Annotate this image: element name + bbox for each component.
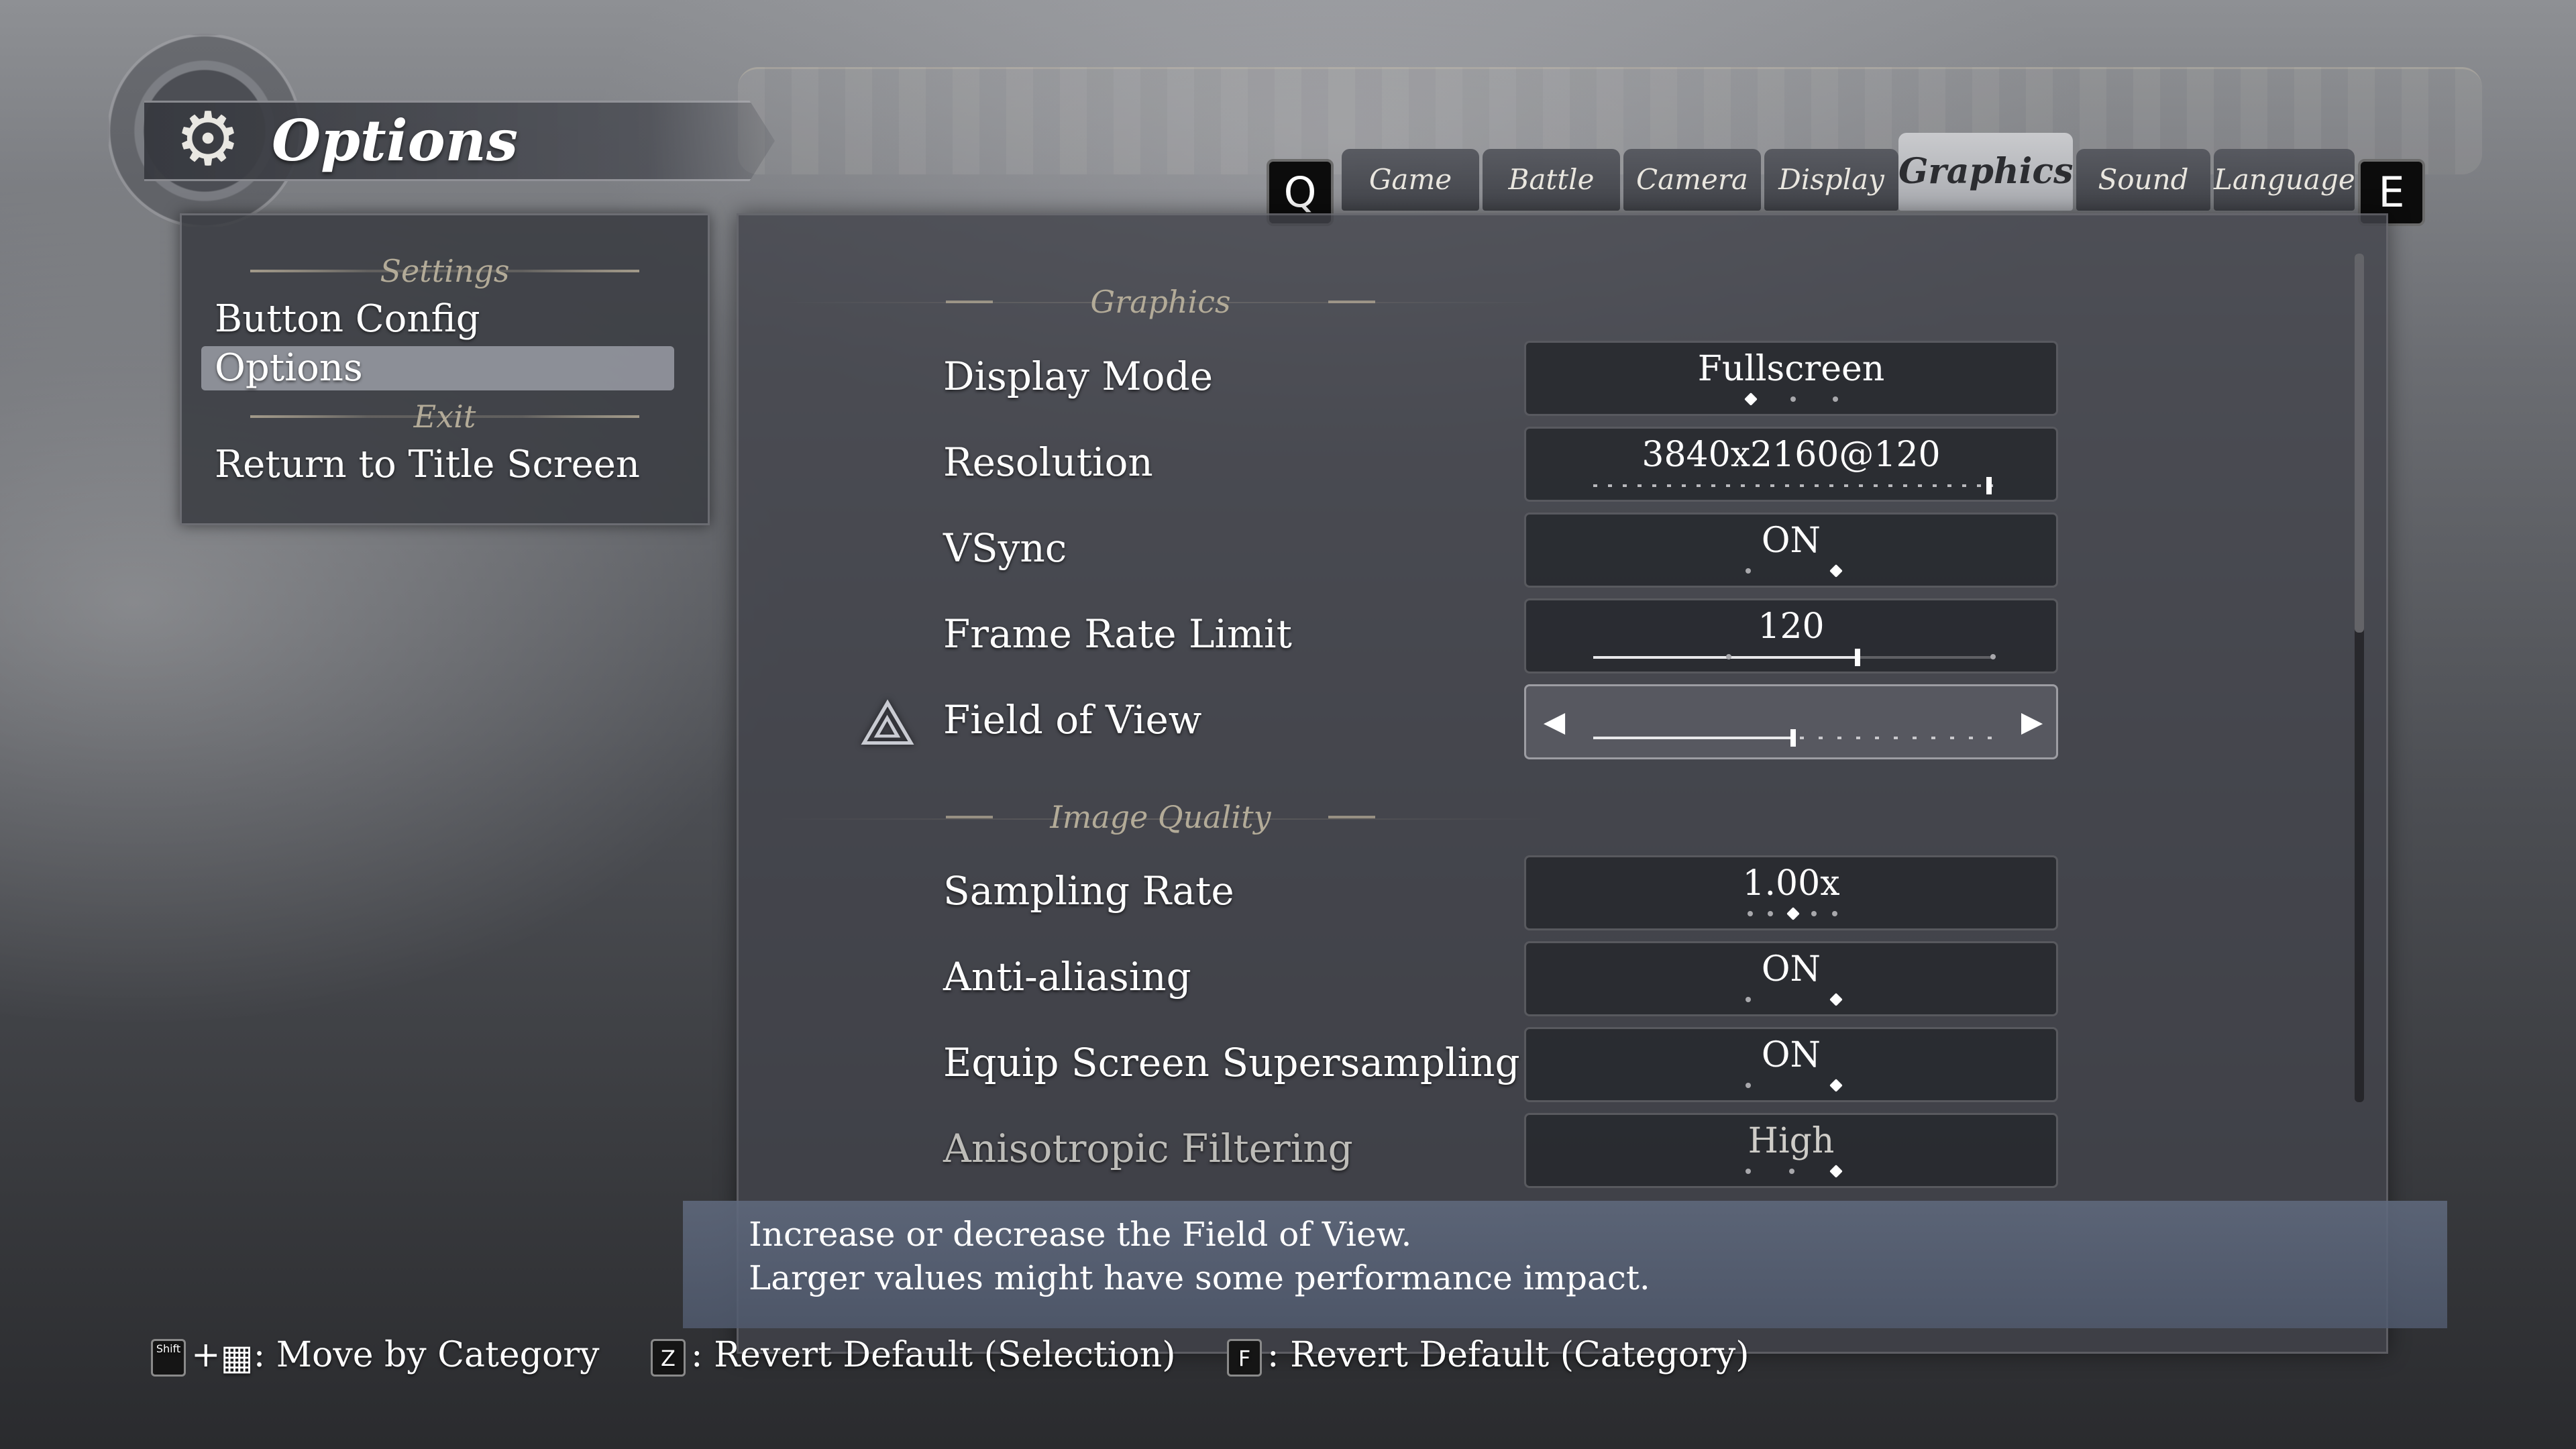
option-label-sampling-rate: Sampling Rate (943, 868, 1234, 914)
dot-selected (1829, 993, 1843, 1006)
slider-knob (1790, 729, 1796, 747)
option-anisotropic-filtering[interactable]: High (1524, 1113, 2058, 1188)
page-title: Options (272, 107, 519, 174)
tab-display[interactable]: Display (1764, 149, 1898, 211)
dot (1746, 568, 1751, 574)
option-label-display-mode: Display Mode (943, 354, 1214, 399)
sidebar-category-settings: Settings (180, 250, 710, 292)
dot (1832, 911, 1837, 916)
footer-hints: Shift +▦: Move by Category Z: Revert Defa… (151, 1328, 1790, 1382)
dot (1790, 396, 1796, 402)
hint-label: : Revert Default (Selection) (691, 1335, 1176, 1375)
option-anti-aliasing[interactable]: ON (1524, 941, 2058, 1016)
sidebar-item-return-to-title[interactable]: Return to Title Screen (201, 443, 674, 487)
option-value: Fullscreen (1697, 349, 1885, 389)
hint-label: : Revert Default (Category) (1267, 1335, 1750, 1375)
slider-fill (1593, 656, 1856, 659)
sidebar-item-button-config[interactable]: Button Config (201, 297, 674, 341)
z-key-icon: Z (651, 1338, 686, 1377)
dot-selected (1786, 907, 1800, 920)
section-header-image-quality: Image Quality (932, 794, 1389, 841)
option-display-mode[interactable]: Fullscreen (1524, 341, 2058, 416)
tab-language[interactable]: Language (2214, 149, 2355, 211)
dot (1746, 1169, 1751, 1174)
tab-game[interactable]: Game (1342, 149, 1479, 211)
option-label-anti-aliasing: Anti-aliasing (943, 954, 1191, 1000)
option-label-field-of-view: Field of View (943, 697, 1202, 743)
dot-selected (1744, 392, 1758, 406)
option-value: 120 (1758, 606, 1825, 647)
option-resolution[interactable]: 3840x2160@120 (1524, 427, 2058, 502)
gear-icon: ⚙ (174, 96, 241, 182)
arrow-keys-icon: ▦ (220, 1337, 254, 1378)
option-frame-rate-limit[interactable]: 120 (1524, 598, 2058, 674)
hint-revert-category: F: Revert Default (Category) (1227, 1328, 1750, 1382)
option-label-anisotropic-filtering: Anisotropic Filtering (943, 1126, 1353, 1171)
option-value: 3840x2160@120 (1642, 435, 1941, 475)
tab-camera[interactable]: Camera (1623, 149, 1761, 211)
option-value: 1.00x (1742, 863, 1840, 904)
dot (1746, 1083, 1751, 1088)
scrollbar-thumb[interactable] (2355, 254, 2364, 633)
section-header-graphics: Graphics (932, 278, 1389, 325)
f-key-icon: F (1227, 1338, 1263, 1377)
option-dots (1526, 907, 2056, 920)
sidebar-category-exit: Exit (180, 396, 710, 437)
tab-graphics[interactable]: Graphics (1898, 133, 2073, 211)
option-vsync[interactable]: ON (1524, 513, 2058, 588)
option-slider (1526, 729, 2056, 747)
dot-selected (1829, 1079, 1843, 1092)
option-dots (1526, 1165, 2056, 1178)
hint-revert-selection: Z: Revert Default (Selection) (651, 1328, 1176, 1382)
option-value: High (1748, 1121, 1835, 1161)
option-sampling-rate[interactable]: 1.00x (1524, 855, 2058, 930)
slider-tick (1726, 654, 1731, 659)
triquetra-cursor-icon: ⟁ (859, 685, 916, 760)
dot (1811, 911, 1817, 916)
slider-track (1593, 484, 1993, 487)
option-label-frame-rate-limit: Frame Rate Limit (943, 611, 1292, 657)
slider-knob (1986, 477, 1992, 494)
tab-battle[interactable]: Battle (1483, 149, 1620, 211)
option-dots (1526, 564, 2056, 578)
description-line-1: Increase or decrease the Field of View. (749, 1215, 1412, 1254)
tab-sound[interactable]: Sound (2076, 149, 2210, 211)
slider-fill (1593, 737, 1792, 739)
dot (1768, 911, 1773, 916)
option-label-equip-screen-supersampling: Equip Screen Supersampling (943, 1040, 1520, 1085)
slider-knob (1855, 649, 1860, 666)
option-label-vsync: VSync (943, 525, 1067, 571)
option-slider (1526, 477, 2056, 494)
dot (1748, 911, 1753, 916)
option-label-resolution: Resolution (943, 439, 1153, 485)
sidebar-category-label: Exit (413, 398, 476, 435)
option-dots (1526, 1079, 2056, 1092)
dot-selected (1829, 1165, 1843, 1178)
option-value: ON (1761, 949, 1821, 989)
option-value: ON (1761, 1035, 1821, 1075)
option-field-of-view[interactable]: ◀ ▶ (1524, 684, 2058, 759)
dot (1833, 396, 1838, 402)
option-dots (1526, 993, 2056, 1006)
hint-move-by-category: Shift +▦: Move by Category (151, 1328, 599, 1385)
description-line-2: Larger values might have some performanc… (749, 1258, 1650, 1297)
option-slider (1526, 649, 2056, 666)
dot-selected (1829, 564, 1843, 578)
sidebar-category-label: Settings (380, 253, 510, 289)
option-dots (1526, 392, 2056, 406)
shift-key-icon: Shift (151, 1338, 186, 1377)
option-equip-screen-supersampling[interactable]: ON (1524, 1027, 2058, 1102)
plus-icon: + (191, 1335, 221, 1375)
dot (1746, 997, 1751, 1002)
dot (1789, 1169, 1794, 1174)
hint-label: : Move by Category (253, 1335, 600, 1375)
option-value: ON (1761, 521, 1821, 561)
slider-tick (1990, 654, 1996, 659)
sidebar-item-options[interactable]: Options (201, 346, 674, 390)
